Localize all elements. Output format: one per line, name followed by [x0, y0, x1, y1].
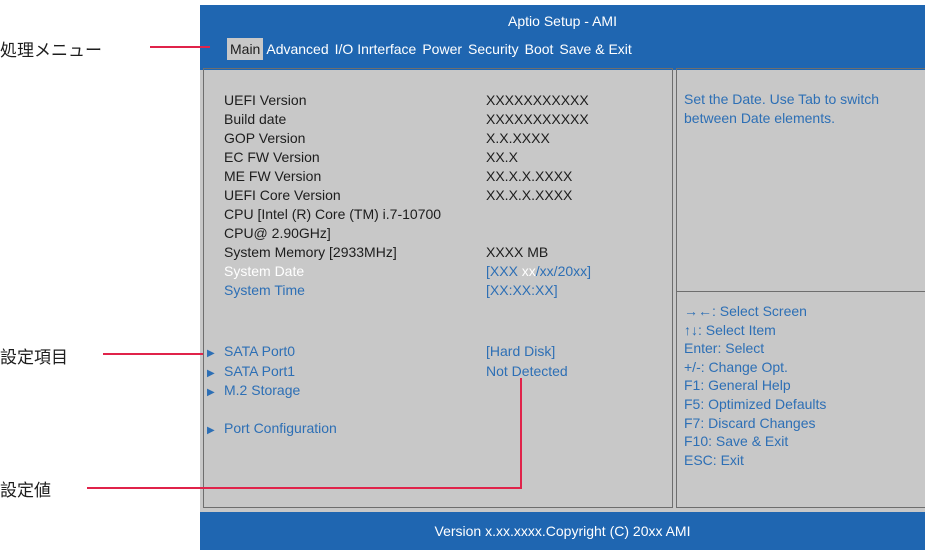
submenu-label: Port Configuration — [224, 420, 337, 436]
footer-bar: Version x.xx.xxxx.Copyright (C) 20xx AMI — [200, 512, 925, 550]
info-label: UEFI Version — [224, 92, 307, 108]
callout-items-line — [103, 353, 203, 355]
system-time-label: System Time — [224, 282, 305, 298]
port-config-list: ▶ Port Configuration — [207, 419, 627, 439]
info-label: Build date — [224, 111, 287, 127]
system-time-value[interactable]: [XX:XX:XX] — [486, 281, 558, 300]
info-value: XX.X.X.XXXX — [486, 187, 573, 203]
key-general-help: F1: General Help — [684, 377, 791, 394]
info-row-gop-version: GOP Version X.X.XXXX — [224, 129, 644, 148]
bios-setup-window: Aptio Setup - AMI Main Advanced I/O Inrt… — [200, 5, 925, 550]
info-row-cpu: CPU [Intel (R) Core (TM) i.7-10700 — [224, 205, 644, 224]
info-label: System Memory [2933MHz] — [224, 244, 397, 260]
system-time-row[interactable]: System Time [XX:XX:XX] — [224, 281, 644, 300]
menu-io-interface[interactable]: I/O Inrterface — [332, 38, 420, 60]
info-value: XXXX MB — [486, 244, 549, 260]
system-info-list: UEFI Version XXXXXXXXXXX Build date XXXXXX… — [224, 91, 644, 300]
info-row-system-memory: System Memory [2933MHz] XXXX MB — [224, 243, 644, 262]
key-discard-changes: F7: Discard Changes — [684, 414, 816, 431]
key-select-screen: →←: Select Screen — [684, 303, 807, 319]
submenu-m2-storage[interactable]: ▶ M.2 Storage — [207, 381, 627, 401]
info-label: CPU@ 2.90GHz] — [224, 225, 331, 241]
submenu-sata-port0[interactable]: ▶ SATA Port0 [Hard Disk] — [207, 342, 627, 362]
date-suffix: /xx/20xx] — [535, 263, 592, 279]
info-value: XX.X — [486, 149, 518, 165]
submenu-label: SATA Port0 — [224, 343, 296, 359]
info-label: ME FW Version — [224, 168, 322, 184]
submenu-value: [Hard Disk] — [486, 343, 556, 359]
key-esc-exit: ESC: Exit — [684, 451, 744, 468]
window-title: Aptio Setup - AMI — [508, 13, 617, 29]
system-date-value[interactable]: [XXX xx/xx/20xx] — [486, 262, 591, 281]
key-legend: →←: Select Screen ↑↓: Select Item Enter:… — [684, 302, 826, 469]
system-date-row[interactable]: System Date [XXX xx/xx/20xx] — [224, 262, 644, 281]
info-row-uefi-version: UEFI Version XXXXXXXXXXX — [224, 91, 644, 110]
title-bar: Aptio Setup - AMI Main Advanced I/O Inrt… — [200, 5, 925, 70]
callout-values-vline — [520, 378, 522, 489]
menu-advanced[interactable]: Advanced — [263, 38, 331, 60]
menu-save-exit[interactable]: Save & Exit — [556, 38, 634, 60]
system-date-label: System Date — [224, 263, 305, 279]
date-prefix: [XXX — [486, 263, 522, 279]
submenu-value: Not Detected — [486, 362, 568, 379]
help-divider — [677, 291, 925, 292]
info-label: UEFI Core Version — [224, 187, 341, 203]
info-row-uefi-core-version: UEFI Core Version XX.X.X.XXXX — [224, 186, 644, 205]
key-optimized-defaults: F5: Optimized Defaults — [684, 395, 827, 412]
info-value: X.X.XXXX — [486, 130, 550, 146]
submenu-port-configuration[interactable]: ▶ Port Configuration — [207, 419, 627, 439]
info-value: XXXXXXXXXXX — [486, 92, 589, 108]
menu-boot[interactable]: Boot — [522, 38, 557, 60]
settings-panel: UEFI Version XXXXXXXXXXX Build date XXXXXX… — [203, 68, 673, 508]
info-label: CPU [Intel (R) Core (TM) i.7-10700 — [224, 206, 442, 222]
callout-values-line — [87, 487, 522, 489]
triangle-right-icon: ▶ — [207, 387, 215, 398]
key-select-item: ↑↓: Select Item — [684, 321, 776, 338]
key-change-opt: +/-: Change Opt. — [684, 358, 788, 375]
menu-security[interactable]: Security — [465, 38, 522, 60]
help-panel: Set the Date. Use Tab to switch between … — [676, 68, 925, 508]
triangle-right-icon: ▶ — [207, 425, 215, 436]
menu-main[interactable]: Main — [227, 38, 264, 60]
info-row-build-date: Build date XXXXXXXXXXX — [224, 110, 644, 129]
callout-values-label: 設定値 — [0, 481, 51, 500]
info-value: XXXXXXXXXXX — [486, 111, 589, 127]
help-description: Set the Date. Use Tab to switch between … — [684, 91, 880, 126]
key-save-exit: F10: Save & Exit — [684, 433, 789, 450]
date-highlight: xx — [521, 263, 536, 279]
callout-items-label: 設定項目 — [0, 348, 68, 367]
submenu-label: SATA Port1 — [224, 362, 296, 379]
callout-menu-line — [150, 46, 210, 48]
info-label: EC FW Version — [224, 149, 320, 165]
info-row-ec-fw-version: EC FW Version XX.X — [224, 148, 644, 167]
info-label: GOP Version — [224, 130, 306, 146]
menu-power[interactable]: Power — [419, 38, 465, 60]
info-row-me-fw-version: ME FW Version XX.X.X.XXXX — [224, 167, 644, 186]
submenu-sata-port1[interactable]: ▶ SATA Port1 Not Detected — [207, 362, 627, 382]
info-row-cpu-freq: CPU@ 2.90GHz] — [224, 224, 644, 243]
storage-submenu-list: ▶ SATA Port0 [Hard Disk] ▶ SATA Port1 Not De… — [207, 342, 627, 401]
info-value: XX.X.X.XXXX — [486, 168, 573, 184]
menu-bar: Main Advanced I/O Inrterface Power Secur… — [227, 38, 635, 60]
submenu-label: M.2 Storage — [224, 382, 301, 398]
key-enter: Enter: Select — [684, 340, 765, 357]
callout-menu-label: 処理メニュー — [0, 41, 102, 60]
